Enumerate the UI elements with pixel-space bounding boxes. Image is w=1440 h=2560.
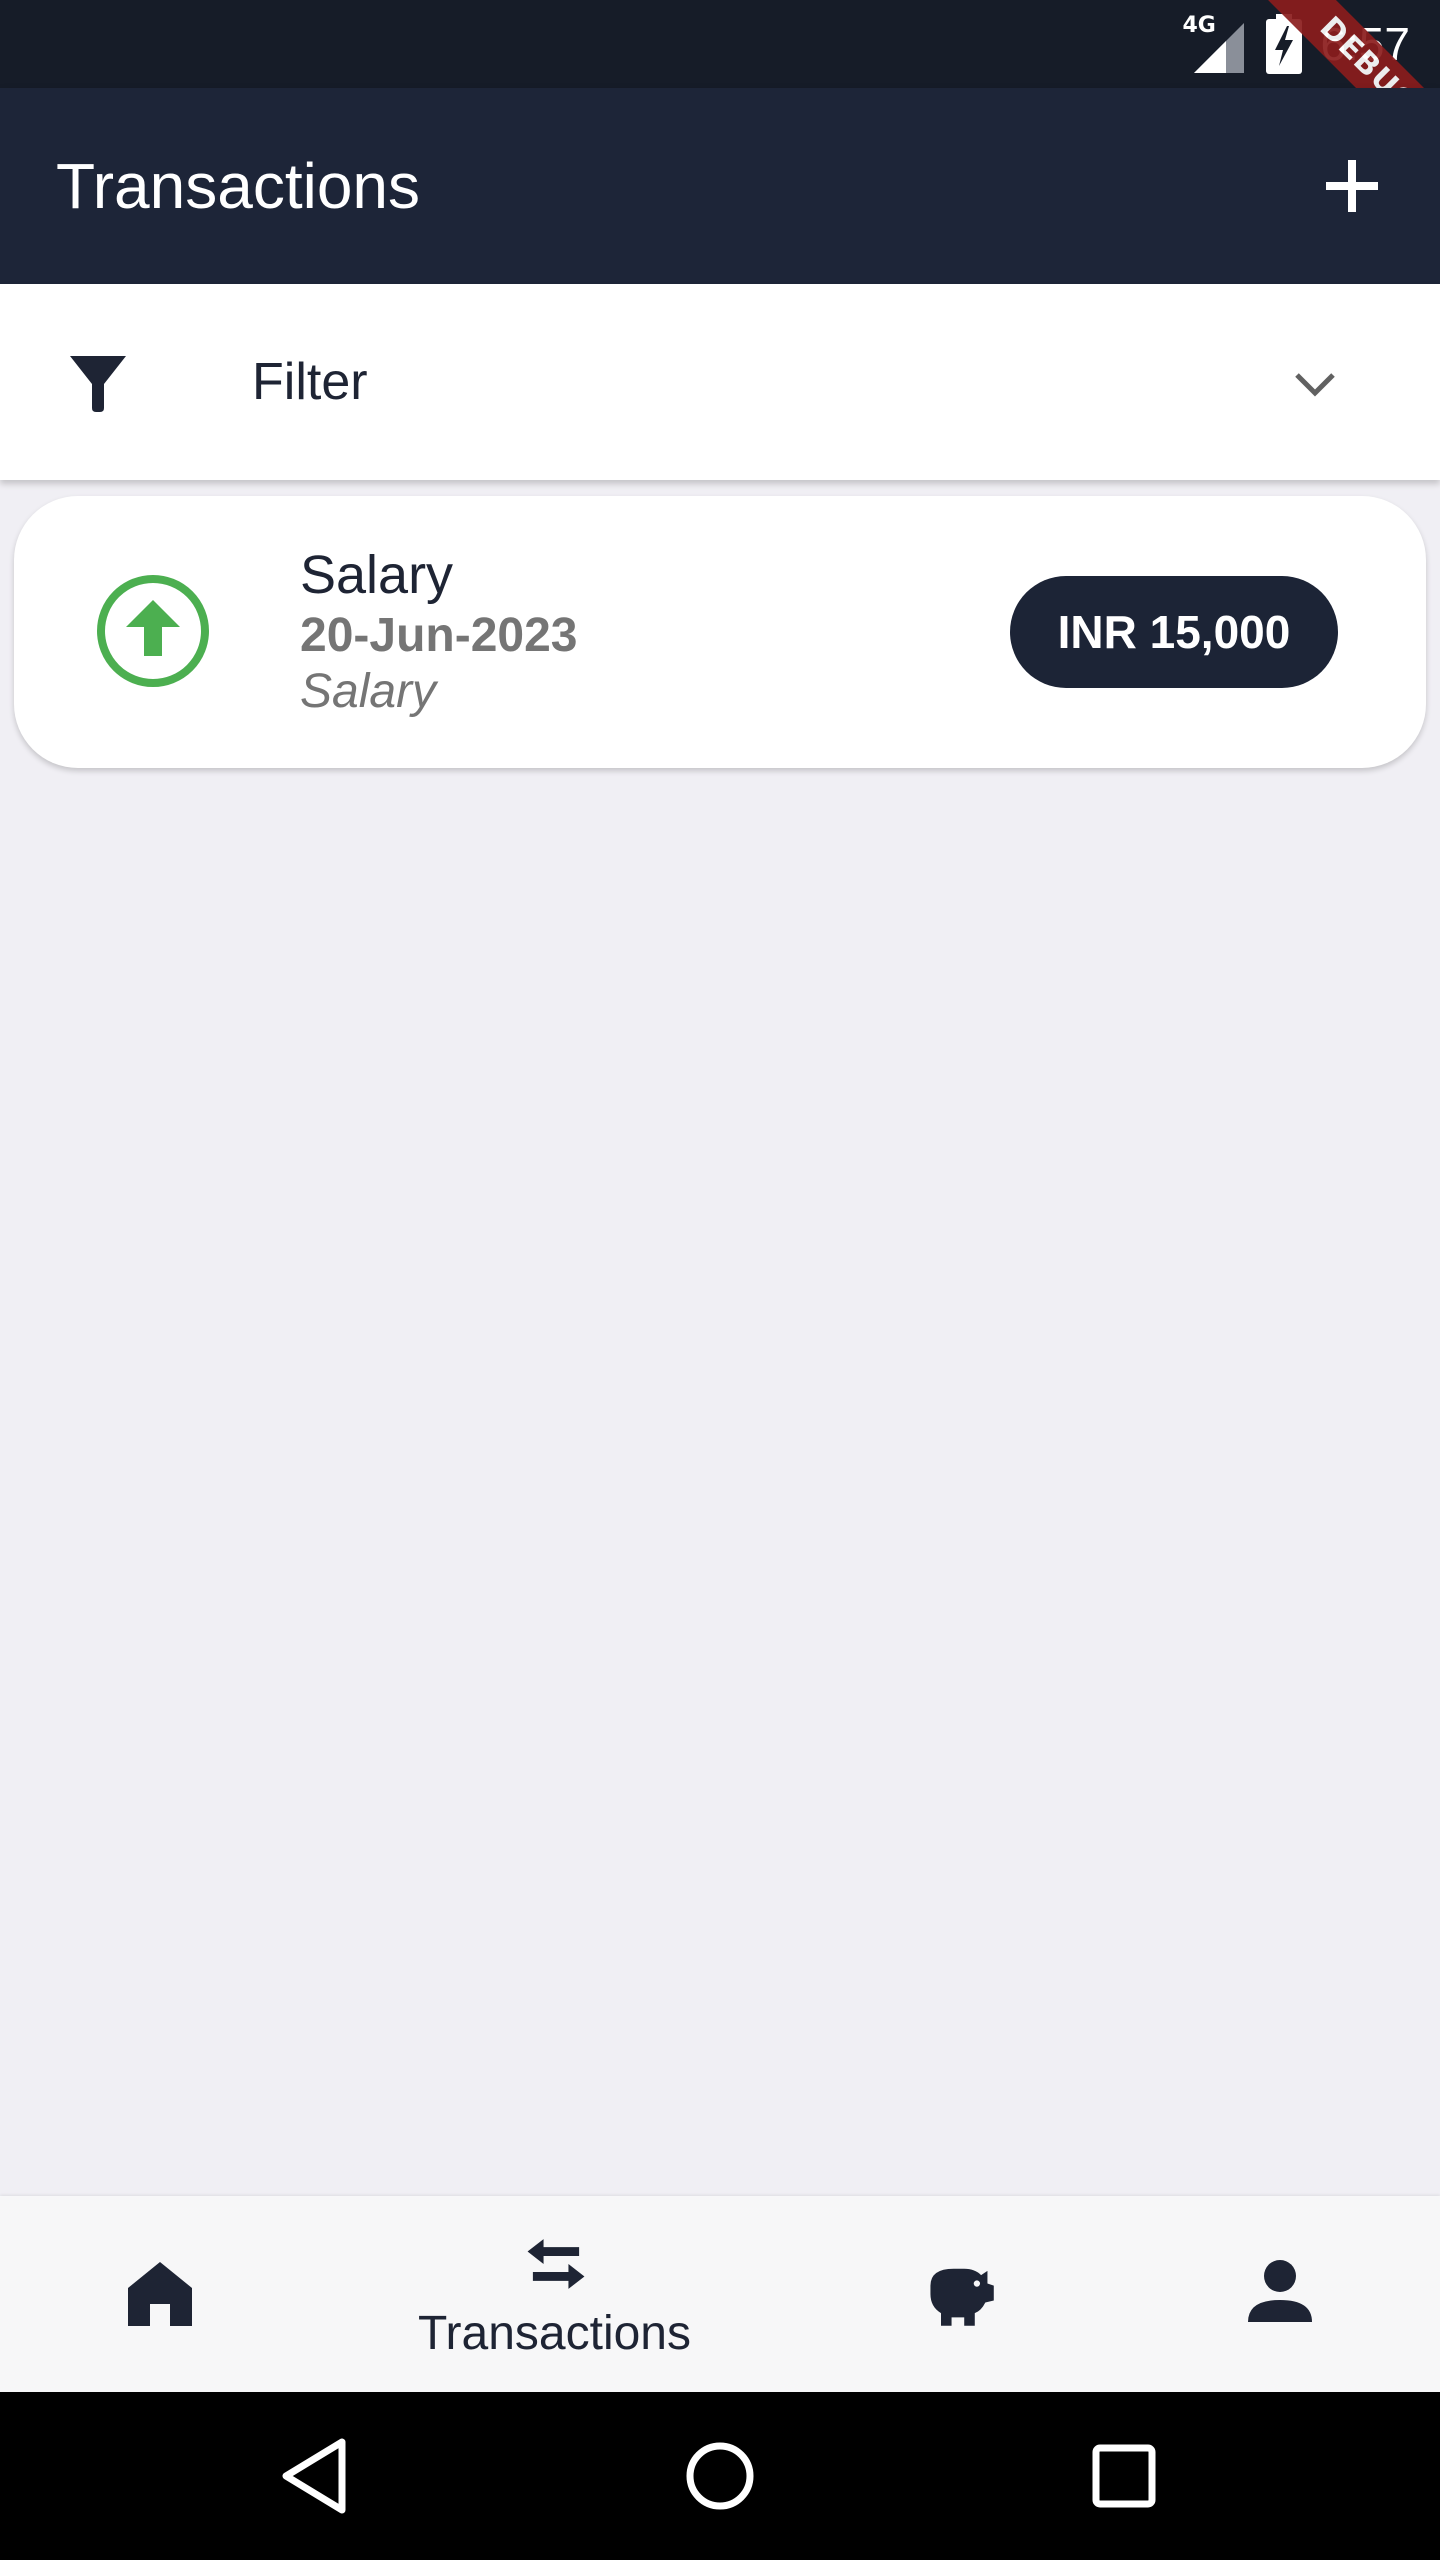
transaction-title: Salary xyxy=(300,545,454,605)
status-icons: 4G 6:57 xyxy=(1182,0,1410,88)
plus-icon xyxy=(1326,160,1378,212)
recents-square-icon[interactable] xyxy=(1084,2436,1164,2516)
transaction-card[interactable]: Salary 20-Jun-2023 Salary INR 15,000 xyxy=(14,496,1426,768)
chevron-down-icon[interactable] xyxy=(1290,360,1340,410)
nav-item-transactions[interactable]: Transactions xyxy=(400,2196,720,2392)
bottom-navigation: Transactions xyxy=(0,2196,1440,2392)
piggy-bank-icon xyxy=(930,2268,994,2326)
clock-time: 6:57 xyxy=(1320,18,1410,70)
transaction-category: Salary xyxy=(300,665,437,718)
nav-item-home[interactable] xyxy=(40,2196,280,2392)
system-navigation-bar xyxy=(0,2392,1440,2560)
filter-label: Filter xyxy=(252,353,368,411)
add-transaction-button[interactable] xyxy=(1304,138,1400,234)
page-title: Transactions xyxy=(56,150,420,222)
filter-funnel-icon xyxy=(70,356,126,412)
arrow-up-circle-icon xyxy=(97,575,209,687)
nav-label-transactions: Transactions xyxy=(418,2307,691,2360)
nav-item-profile[interactable] xyxy=(1160,2196,1400,2392)
home-icon xyxy=(128,2262,192,2326)
back-icon[interactable] xyxy=(276,2436,356,2516)
person-icon xyxy=(1248,2260,1312,2322)
swap-arrows-icon xyxy=(527,2239,585,2289)
home-circle-icon[interactable] xyxy=(680,2436,760,2516)
transaction-amount-badge: INR 15,000 xyxy=(1010,576,1338,688)
filter-panel-header[interactable]: Filter xyxy=(0,284,1440,480)
nav-item-savings[interactable] xyxy=(840,2196,1080,2392)
status-bar: 4G 6:57 DEBUG xyxy=(0,0,1440,190)
app-bar: Transactions xyxy=(0,88,1440,284)
battery-charging-icon xyxy=(1266,14,1303,74)
network-indicator: 4G xyxy=(1182,11,1248,77)
signal-icon xyxy=(1194,23,1245,73)
transaction-date: 20-Jun-2023 xyxy=(300,609,578,662)
